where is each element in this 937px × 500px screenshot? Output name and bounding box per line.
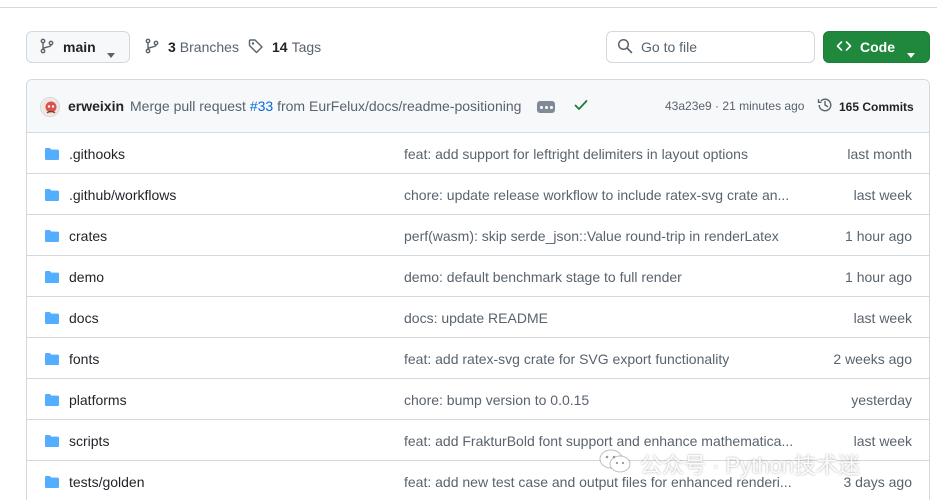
latest-commit-bar: erweixin Merge pull request #33 from Eur… bbox=[27, 80, 929, 133]
file-name-link[interactable]: demo bbox=[69, 269, 104, 285]
file-table: erweixin Merge pull request #33 from Eur… bbox=[26, 79, 930, 500]
table-row: docs docs: update README last week bbox=[27, 297, 929, 338]
wechat-icon bbox=[598, 448, 632, 480]
search-placeholder: Go to file bbox=[641, 39, 698, 55]
code-button[interactable]: Code bbox=[823, 31, 930, 63]
file-name-link[interactable]: scripts bbox=[69, 433, 109, 449]
expand-commit-button[interactable] bbox=[537, 101, 555, 113]
file-commit-age: last month bbox=[847, 146, 912, 162]
repo-toolbar: main 3 Branches 14 Tags Go to file Code bbox=[0, 31, 937, 64]
git-branch-icon bbox=[144, 38, 160, 57]
file-name-link[interactable]: .githooks bbox=[69, 146, 125, 162]
file-name-link[interactable]: crates bbox=[69, 228, 107, 244]
file-commit-age: yesterday bbox=[851, 392, 912, 408]
branches-label: Branches bbox=[179, 39, 239, 55]
tag-icon bbox=[248, 38, 264, 57]
folder-icon bbox=[44, 310, 60, 329]
tags-label: Tags bbox=[291, 39, 322, 55]
table-row: .github/workflows chore: update release w… bbox=[27, 174, 929, 215]
file-list: .githooks feat: add support for leftright… bbox=[27, 133, 929, 500]
commit-sha-time: 43a23e9 · 21 minutes ago bbox=[665, 99, 804, 113]
file-commit-age: last week bbox=[853, 433, 912, 449]
commit-message-prefix[interactable]: Merge pull request bbox=[130, 98, 246, 114]
tags-count: 14 bbox=[272, 39, 288, 55]
commit-sha[interactable]: 43a23e9 bbox=[665, 99, 712, 113]
commit-time: 21 minutes ago bbox=[722, 99, 805, 113]
file-commit-age: last week bbox=[853, 310, 912, 326]
commits-count: 165 Commits bbox=[839, 99, 914, 114]
check-icon[interactable] bbox=[573, 97, 589, 116]
branch-selector-button[interactable]: main bbox=[26, 31, 130, 63]
tags-link[interactable]: 14 Tags bbox=[248, 31, 321, 63]
history-icon bbox=[817, 97, 833, 116]
table-row: crates perf(wasm): skip serde_json::Value… bbox=[27, 215, 929, 256]
file-name-link[interactable]: tests/golden bbox=[69, 474, 145, 490]
folder-icon bbox=[44, 269, 60, 288]
sha-separator: · bbox=[711, 99, 723, 113]
table-row: demo demo: default benchmark stage to ful… bbox=[27, 256, 929, 297]
folder-icon bbox=[44, 146, 60, 165]
git-branch-icon bbox=[39, 38, 55, 57]
commit-message-rest[interactable]: from EurFelux/docs/readme-positioning bbox=[277, 98, 521, 114]
table-row: platforms chore: bump version to 0.0.15 ye… bbox=[27, 379, 929, 420]
file-commit-age: 1 hour ago bbox=[845, 269, 912, 285]
commit-author[interactable]: erweixin bbox=[68, 98, 124, 114]
branches-link[interactable]: 3 Branches bbox=[144, 31, 239, 63]
chevron-down-icon bbox=[907, 45, 915, 61]
file-commit-age: 2 weeks ago bbox=[833, 351, 912, 367]
folder-icon bbox=[44, 351, 60, 370]
pull-request-link[interactable]: #33 bbox=[250, 98, 273, 114]
commits-history-link[interactable]: 165 Commits bbox=[817, 97, 914, 116]
folder-icon bbox=[44, 228, 60, 247]
file-commit-message[interactable]: feat: add ratex-svg crate for SVG export… bbox=[404, 351, 729, 367]
commit-message: Merge pull request #33 from EurFelux/doc… bbox=[130, 98, 521, 114]
table-row: fonts feat: add ratex-svg crate for SVG e… bbox=[27, 338, 929, 379]
watermark: 公众号 · Python技术迷 bbox=[598, 448, 860, 480]
file-commit-age: last week bbox=[853, 187, 912, 203]
file-commit-message[interactable]: chore: bump version to 0.0.15 bbox=[404, 392, 589, 408]
file-commit-message[interactable]: perf(wasm): skip serde_json::Value round… bbox=[404, 228, 779, 244]
file-commit-message[interactable]: demo: default benchmark stage to full re… bbox=[404, 269, 682, 285]
folder-icon bbox=[44, 474, 60, 493]
file-commit-message[interactable]: docs: update README bbox=[404, 310, 548, 326]
file-name-link[interactable]: fonts bbox=[69, 351, 99, 367]
table-row: .githooks feat: add support for leftright… bbox=[27, 133, 929, 174]
chevron-down-icon bbox=[107, 45, 115, 61]
avatar[interactable] bbox=[40, 97, 60, 117]
watermark-text: 公众号 · Python技术迷 bbox=[640, 453, 861, 478]
branch-name: main bbox=[63, 39, 96, 55]
folder-icon bbox=[44, 433, 60, 452]
file-name-link[interactable]: .github/workflows bbox=[69, 187, 176, 203]
file-commit-message[interactable]: feat: add FrakturBold font support and e… bbox=[404, 433, 793, 449]
branches-count: 3 bbox=[168, 39, 176, 55]
file-name-link[interactable]: platforms bbox=[69, 392, 127, 408]
go-to-file-input[interactable]: Go to file bbox=[606, 31, 815, 63]
code-button-label: Code bbox=[860, 39, 895, 55]
folder-icon bbox=[44, 392, 60, 411]
folder-icon bbox=[44, 187, 60, 206]
code-icon bbox=[836, 38, 852, 57]
search-icon bbox=[617, 38, 633, 57]
top-header-edge bbox=[0, 0, 937, 8]
file-commit-message[interactable]: feat: add support for leftright delimite… bbox=[404, 146, 748, 162]
file-name-link[interactable]: docs bbox=[69, 310, 99, 326]
file-commit-message[interactable]: chore: update release workflow to includ… bbox=[404, 187, 789, 203]
file-commit-age: 1 hour ago bbox=[845, 228, 912, 244]
